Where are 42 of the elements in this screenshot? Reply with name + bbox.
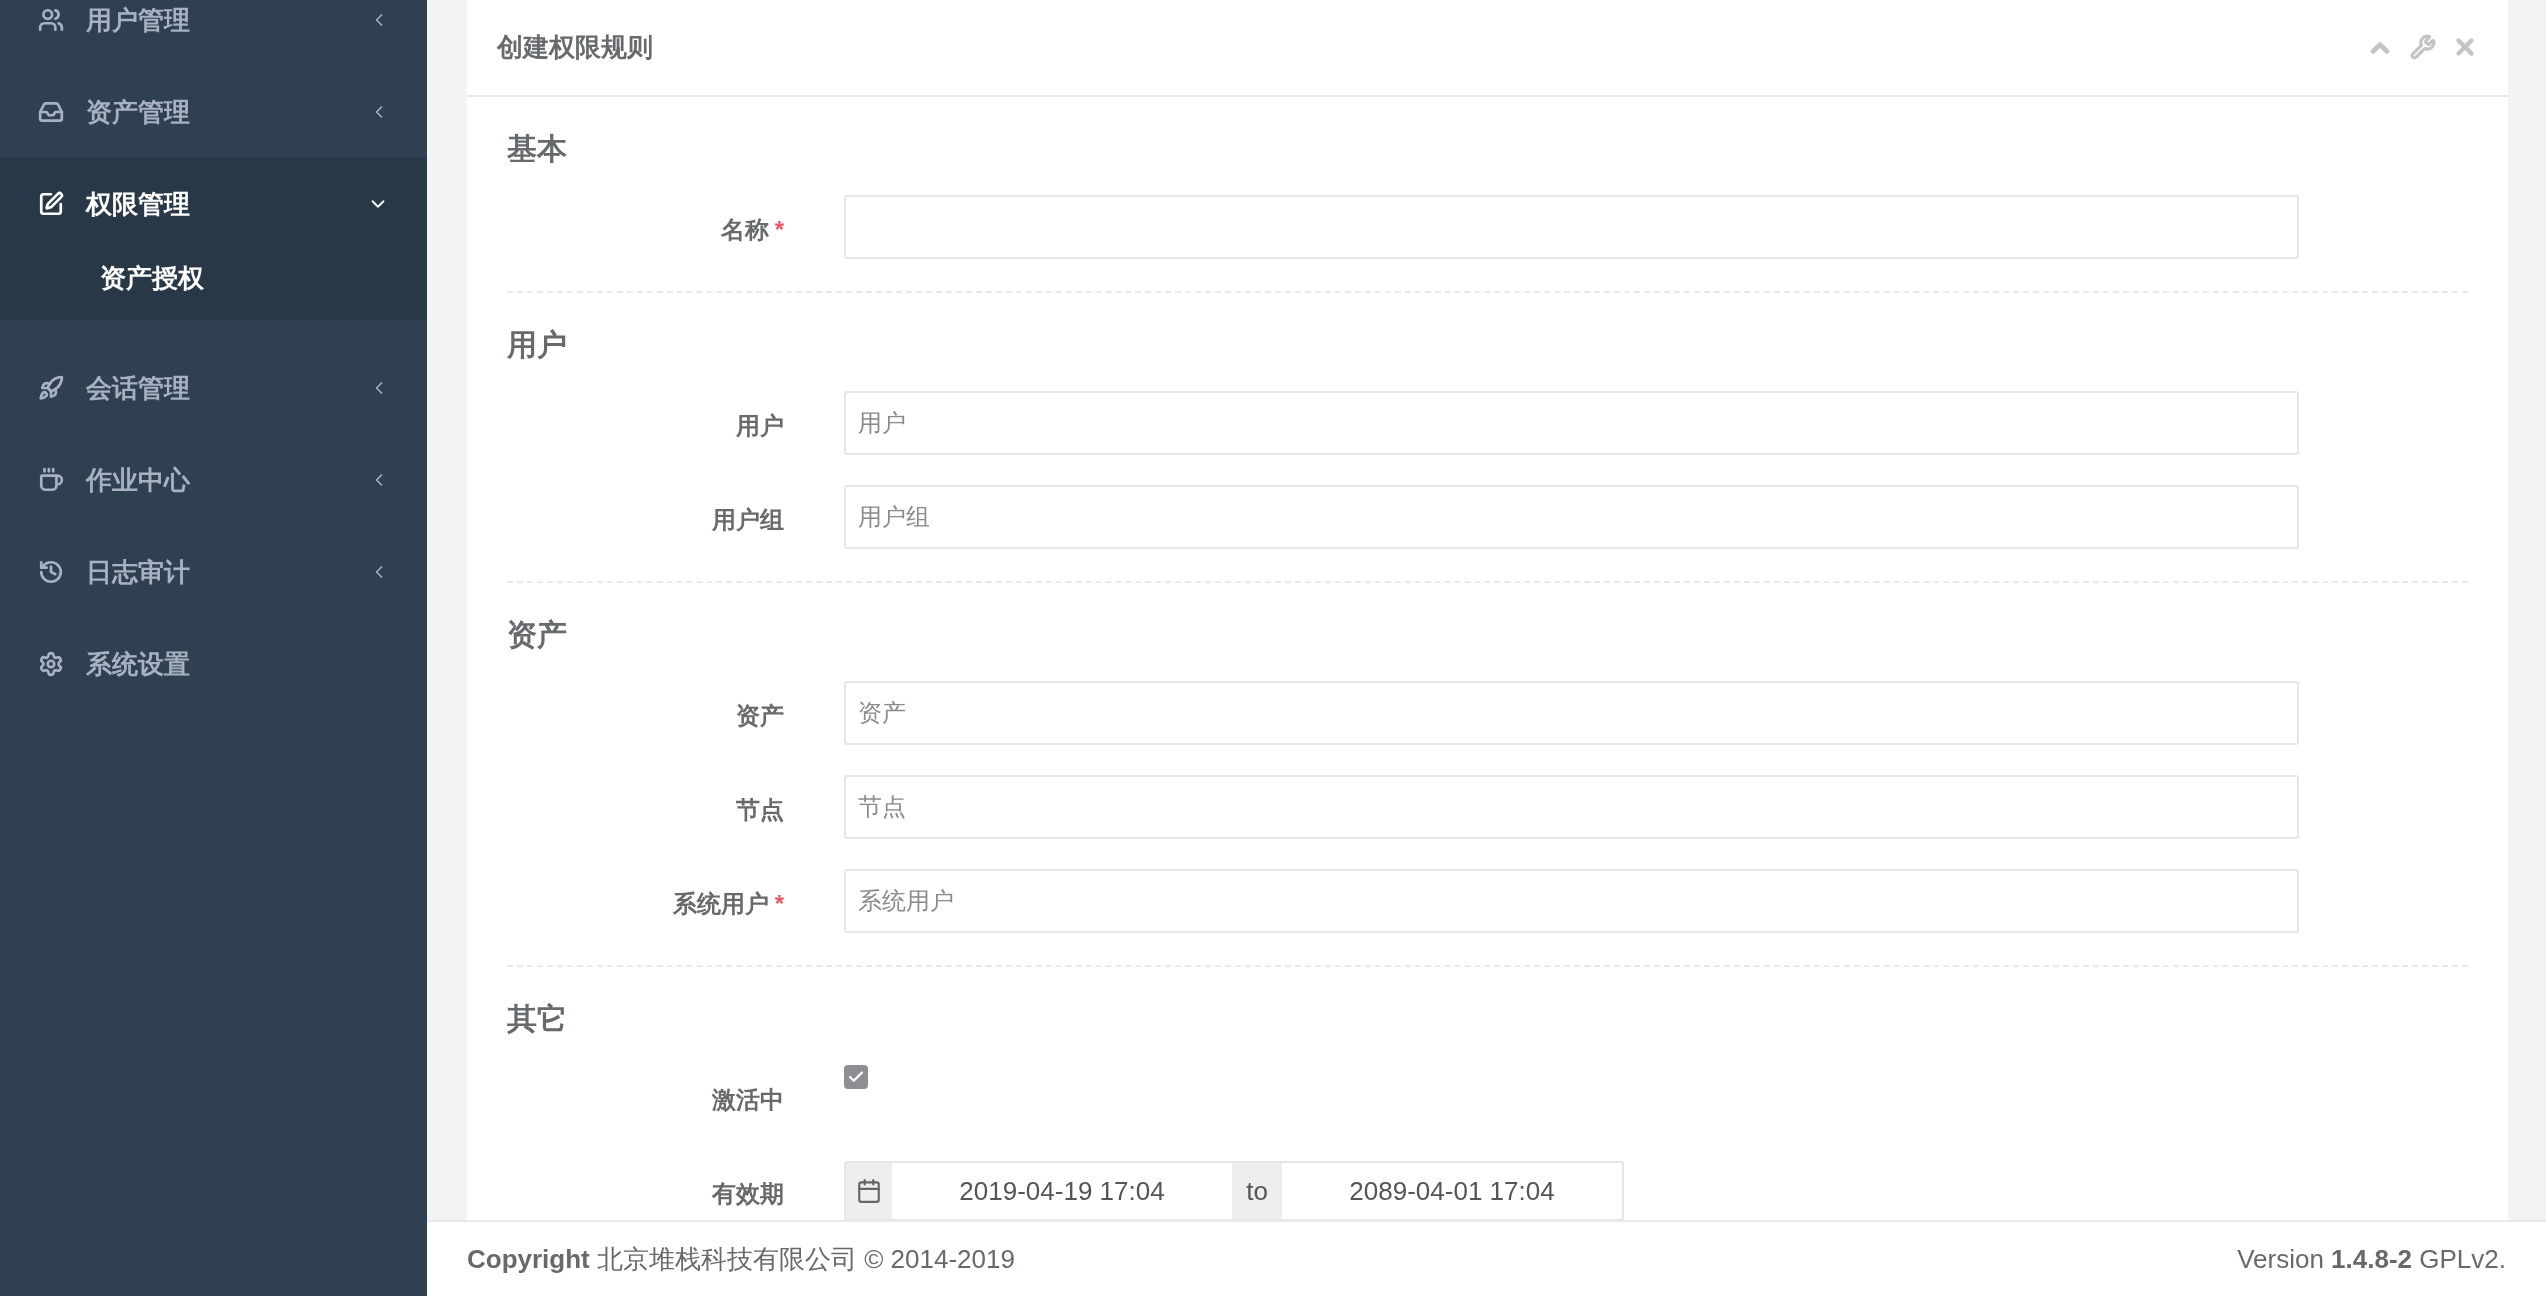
sidebar-item[interactable]: 作业中心	[0, 434, 427, 526]
field-label: 有效期	[712, 1179, 784, 1209]
users-icon	[38, 7, 64, 33]
history-icon	[38, 559, 64, 585]
input-field[interactable]: 系统用户	[844, 869, 2299, 933]
calendar-icon	[856, 1178, 882, 1204]
wrench-icon[interactable]	[2410, 33, 2436, 60]
required-mark: *	[774, 889, 784, 919]
input-field[interactable]: 用户组	[844, 485, 2299, 549]
sidebar-item[interactable]: 系统设置	[0, 618, 427, 710]
range-separator: to	[1232, 1163, 1282, 1219]
input-field[interactable]: 用户	[844, 391, 2299, 455]
sidebar-item[interactable]: 日志审计	[0, 526, 427, 618]
input-field[interactable]: 资产	[844, 681, 2299, 745]
settings-icon	[38, 651, 64, 677]
cup-icon	[38, 467, 64, 493]
field-label: 用户组	[712, 505, 784, 535]
field-label: 激活中	[712, 1085, 784, 1115]
edit-icon	[38, 191, 64, 217]
sidebar-item[interactable]: 会话管理	[0, 342, 427, 434]
copyright-text: Copyright 北京堆栈科技有限公司 © 2014-2019	[467, 1242, 1015, 1276]
field-label: 资产	[736, 701, 784, 731]
start-date[interactable]: 2019-04-19 17:04	[892, 1163, 1232, 1219]
section-heading: 其它	[507, 1001, 568, 1037]
field-label: 名称	[720, 215, 769, 245]
rocket-icon	[38, 375, 64, 401]
sidebar-item[interactable]: 资产管理	[0, 66, 427, 158]
input-field[interactable]	[844, 195, 2299, 259]
field-label: 节点	[736, 795, 784, 825]
input-field[interactable]: 节点	[844, 775, 2299, 839]
section-heading: 资产	[507, 617, 568, 653]
section-heading: 用户	[507, 327, 568, 363]
end-date[interactable]: 2089-04-01 17:04	[1282, 1163, 1622, 1219]
field-label: 系统用户	[672, 889, 769, 919]
inbox-icon	[38, 99, 64, 125]
checkbox[interactable]	[844, 1065, 868, 1089]
required-mark: *	[774, 215, 784, 245]
version-text: Version 1.4.8-2 GPLv2.	[2237, 1242, 2506, 1276]
field-label: 用户	[736, 411, 784, 441]
section-heading: 基本	[507, 131, 568, 167]
card-title: 创建权限规则	[497, 31, 653, 64]
sidebar-item[interactable]: 用户管理	[0, 0, 427, 66]
